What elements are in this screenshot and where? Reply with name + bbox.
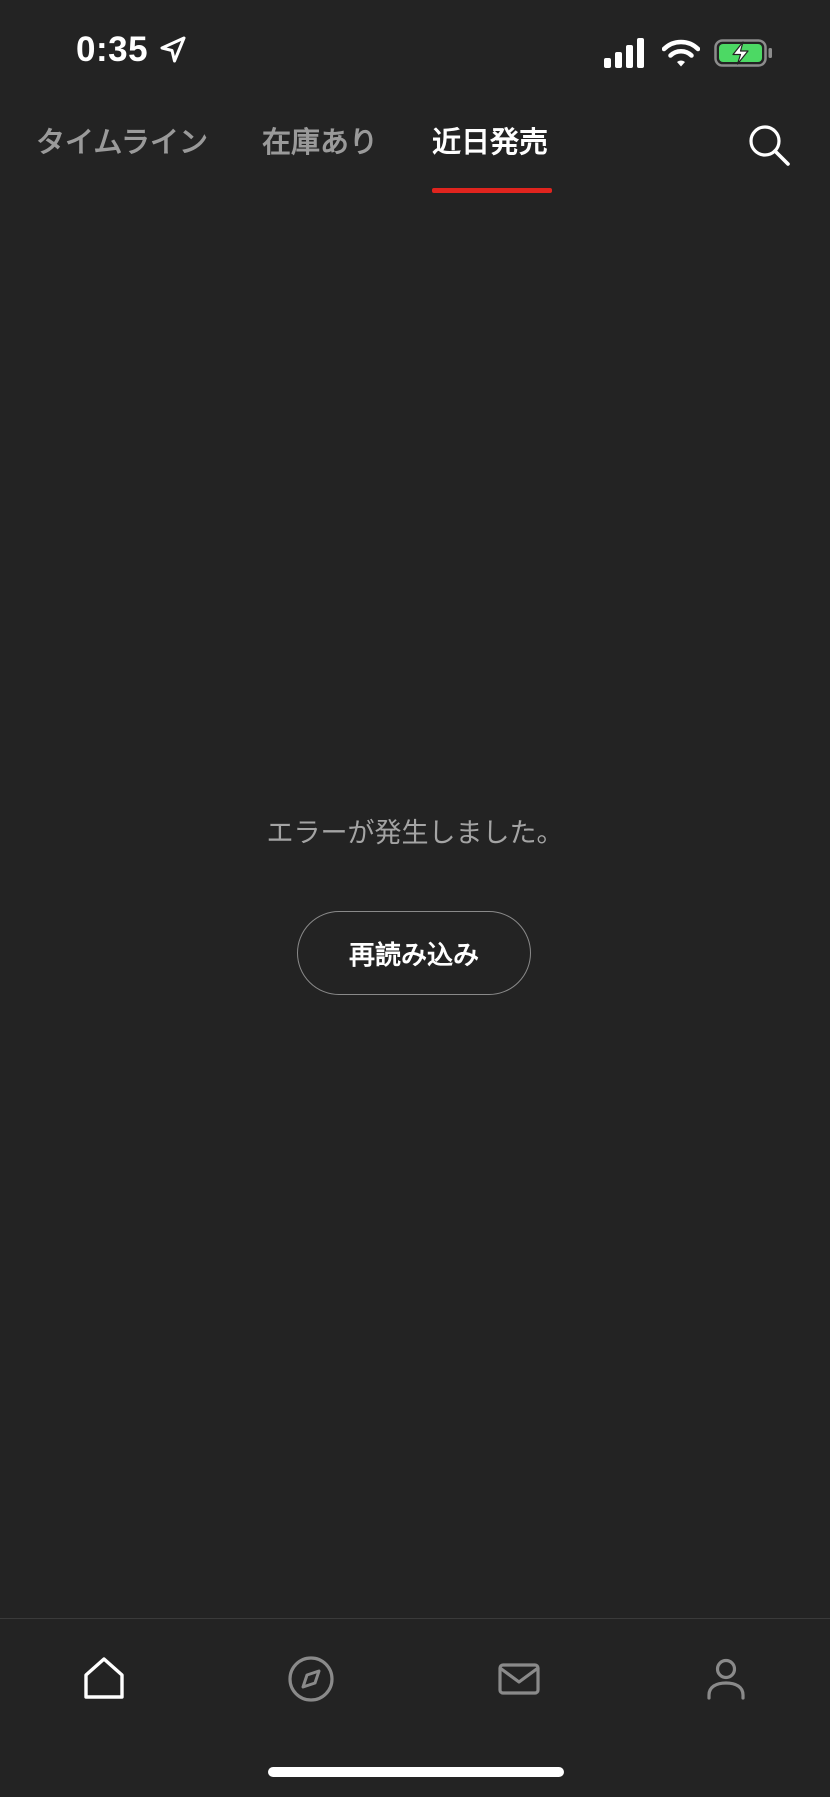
nav-profile[interactable]	[696, 1649, 756, 1709]
search-icon	[749, 125, 790, 166]
battery-charging-icon	[714, 39, 772, 67]
nav-home[interactable]	[74, 1649, 134, 1709]
nav-discover[interactable]	[281, 1649, 341, 1709]
status-time: 0:35	[76, 30, 149, 69]
status-time-group: 0:35	[76, 30, 188, 70]
tab-upcoming[interactable]: 近日発売	[432, 122, 548, 162]
mail-icon	[498, 1663, 540, 1695]
status-bar: 0:35	[0, 0, 830, 100]
tab-in-stock[interactable]: 在庫あり	[262, 122, 378, 162]
tab-timeline[interactable]: タイムライン	[36, 122, 208, 162]
reload-button[interactable]: 再読み込み	[297, 911, 531, 995]
home-indicator	[268, 1767, 564, 1777]
bottom-nav	[0, 1618, 830, 1797]
profile-icon	[707, 1658, 745, 1700]
active-tab-indicator	[432, 188, 552, 193]
wifi-icon	[662, 39, 700, 67]
location-arrow-icon	[158, 35, 188, 65]
cellular-signal-icon	[604, 38, 644, 68]
search-button[interactable]	[746, 122, 792, 168]
nav-messages[interactable]	[489, 1649, 549, 1709]
top-tab-bar: タイムライン 在庫あり 近日発売	[0, 112, 830, 196]
status-indicators	[604, 38, 774, 68]
compass-icon	[288, 1656, 334, 1702]
error-message: エラーが発生しました。	[266, 818, 564, 849]
home-icon	[84, 1657, 124, 1699]
